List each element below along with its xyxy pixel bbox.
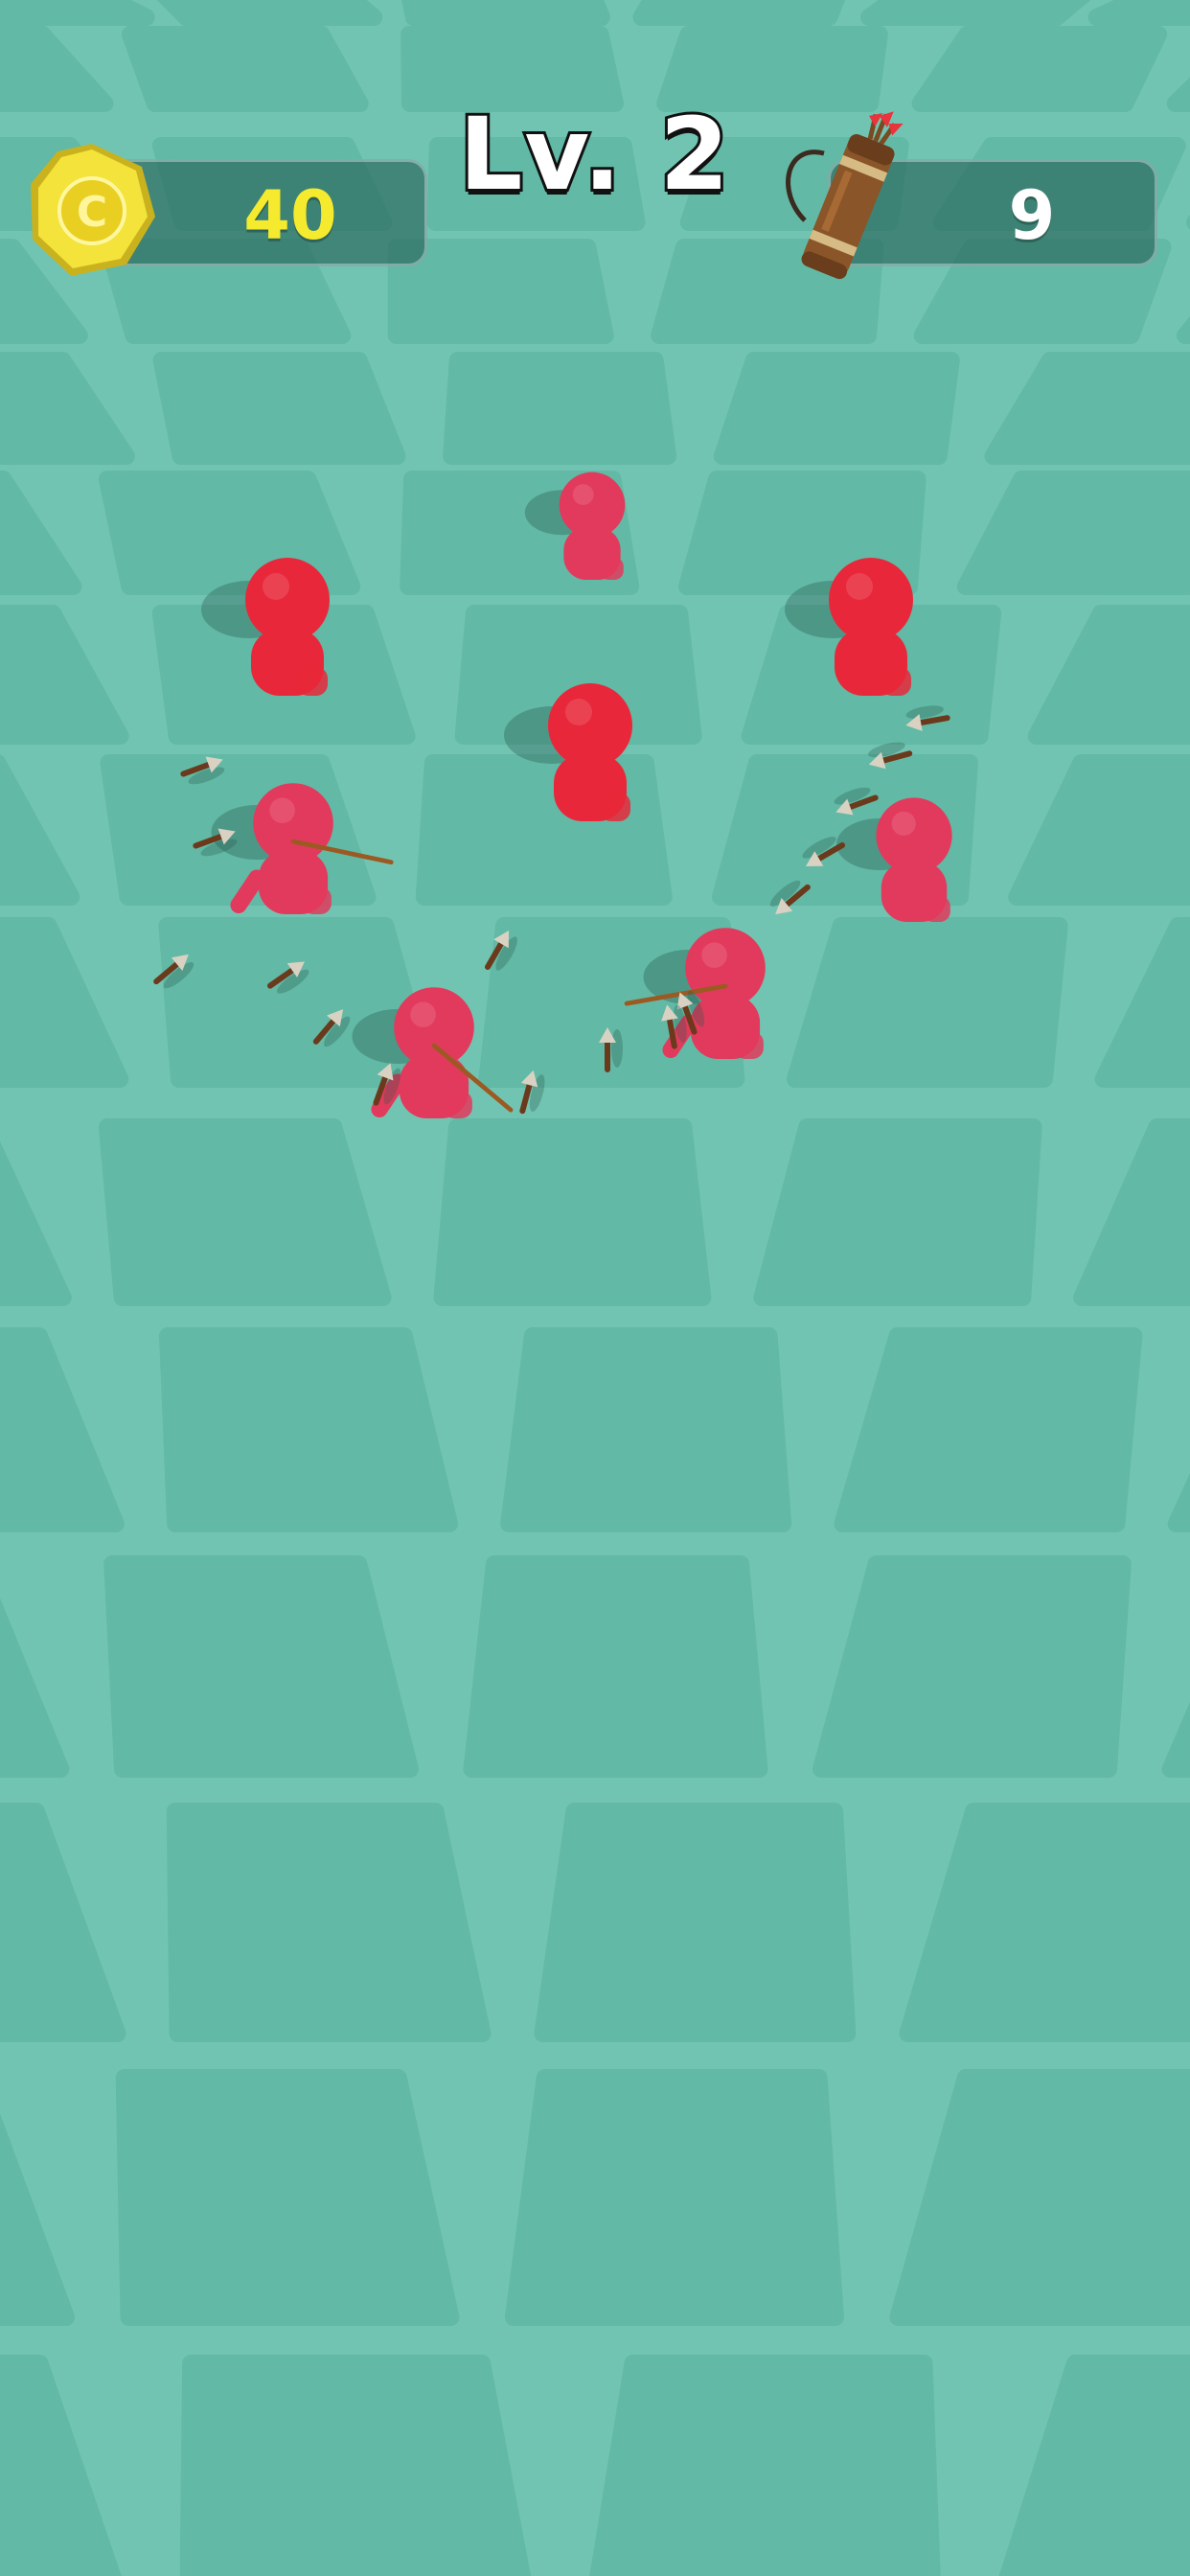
arrow-on-ground bbox=[868, 742, 913, 770]
arrow-on-ground bbox=[266, 961, 309, 994]
arrow-on-ground bbox=[599, 1027, 623, 1072]
level-title: Lv. 2 bbox=[456, 93, 732, 216]
enemy-standing bbox=[201, 558, 330, 696]
coin-count: 40 bbox=[243, 176, 337, 255]
arrow-count: 9 bbox=[1008, 176, 1056, 255]
game-screen[interactable]: 40 C Lv. 2 9 bbox=[0, 0, 1190, 2576]
enemy-standing bbox=[785, 558, 913, 696]
arrow-on-ground bbox=[519, 1070, 545, 1115]
arrow-on-ground bbox=[769, 880, 811, 915]
enemy-standing bbox=[524, 472, 626, 580]
coin-letter: C bbox=[77, 188, 107, 237]
arrow-on-ground bbox=[905, 705, 950, 731]
arrow-on-ground bbox=[485, 930, 517, 971]
arrow-on-ground bbox=[312, 1009, 351, 1047]
enemy-hit bbox=[211, 783, 394, 914]
coin-icon: C bbox=[31, 144, 155, 276]
arrow-on-ground bbox=[834, 787, 879, 816]
enemy-hit bbox=[624, 928, 766, 1059]
arrow-on-ground bbox=[180, 756, 225, 785]
enemy-standing bbox=[836, 797, 952, 922]
enemy-standing bbox=[504, 683, 632, 821]
quiver-icon bbox=[786, 111, 904, 280]
arena-actors bbox=[153, 472, 952, 1118]
arrow-on-ground bbox=[153, 954, 195, 989]
